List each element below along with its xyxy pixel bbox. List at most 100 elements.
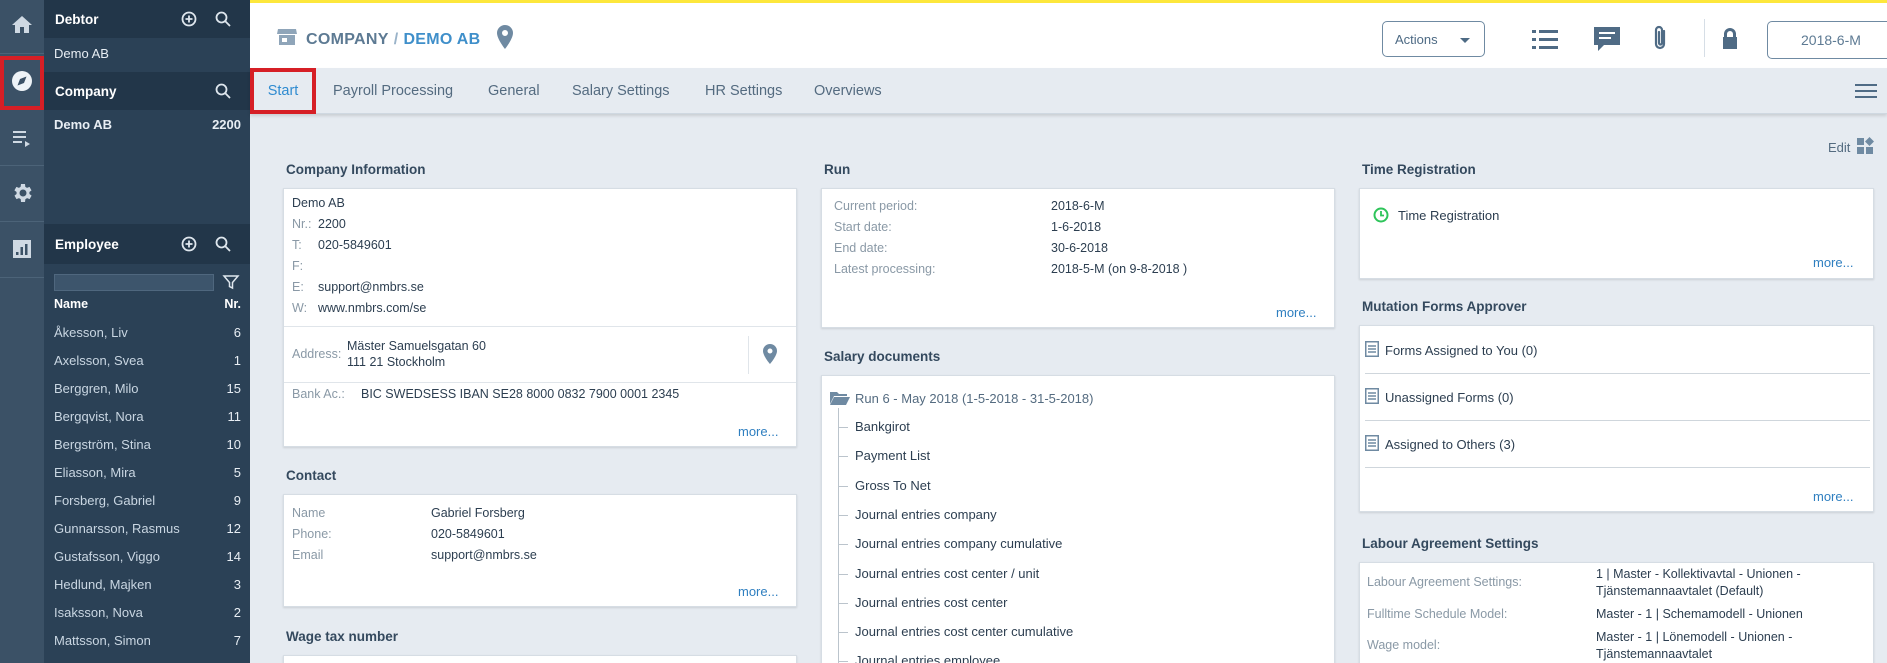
company-info-title: Company Information — [286, 162, 426, 177]
salary-document-link[interactable]: Journal entries company — [855, 507, 997, 522]
tree-branch — [838, 632, 848, 634]
employee-list-item[interactable]: Isaksson, Nova 2 — [44, 598, 250, 626]
period-selector[interactable]: 2018-6-M — [1767, 21, 1887, 59]
time-registration-link[interactable]: Time Registration — [1398, 208, 1499, 223]
location-pin-icon[interactable] — [496, 25, 513, 54]
list-nav-button[interactable] — [0, 112, 44, 166]
salary-document-link[interactable]: Journal entries cost center cumulative — [855, 624, 1073, 639]
salary-document-link[interactable]: Journal entries cost center — [855, 595, 1007, 610]
employee-list-item[interactable]: Bergqvist, Nora 11 — [44, 402, 250, 430]
employee-number: 2 — [233, 604, 241, 620]
tab-hr-settings[interactable]: HR Settings — [705, 68, 782, 114]
salary-run-folder[interactable]: Run 6 - May 2018 (1-5-2018 - 31-5-2018) — [855, 391, 1093, 406]
salary-document-link[interactable]: Journal entries employee — [855, 653, 1000, 663]
tab-payroll-processing[interactable]: Payroll Processing — [333, 68, 453, 114]
comment-icon[interactable] — [1592, 25, 1622, 53]
home-nav-button[interactable] — [0, 0, 44, 54]
widgets-icon — [1856, 137, 1875, 158]
folder-open-icon[interactable] — [830, 391, 850, 408]
debtor-item[interactable]: Demo AB — [44, 40, 250, 66]
employee-name: Eliasson, Mira — [54, 464, 136, 480]
filter-icon[interactable] — [222, 273, 240, 291]
contact-phone: 020-5849601 — [431, 527, 505, 541]
employee-name: Isaksson, Nova — [54, 604, 143, 620]
employee-list-item[interactable]: Forsberg, Gabriel 9 — [44, 486, 250, 514]
employee-list-item[interactable]: Åkesson, Liv 6 — [44, 318, 250, 346]
actions-dropdown[interactable]: Actions — [1382, 21, 1485, 57]
chevron-down-icon — [1460, 38, 1470, 43]
breadcrumb-company[interactable]: COMPANY — [306, 31, 389, 49]
tab-overviews[interactable]: Overviews — [814, 68, 882, 114]
search-employee-icon[interactable] — [215, 236, 231, 252]
time-reg-more-link[interactable]: more... — [1813, 255, 1873, 270]
employee-list-item[interactable]: Axelsson, Svea 1 — [44, 346, 250, 374]
tab-general[interactable]: General — [488, 68, 540, 114]
salary-document-link[interactable]: Bankgirot — [855, 419, 910, 434]
employee-list-item[interactable]: Mattsson, Simon 7 — [44, 626, 250, 654]
employee-list-item[interactable]: Gustafsson, Viggo 14 — [44, 542, 250, 570]
contact-name: Gabriel Forsberg — [431, 506, 525, 520]
salary-document-link[interactable]: Journal entries cost center / unit — [855, 566, 1039, 581]
tree-branch — [838, 573, 848, 575]
mutation-title: Mutation Forms Approver — [1362, 299, 1527, 314]
mutation-form-item[interactable]: Forms Assigned to You (0) — [1365, 328, 1870, 374]
mutation-form-item[interactable]: Assigned to Others (3) — [1365, 422, 1870, 468]
tree-branch — [838, 544, 848, 546]
employee-number: 1 — [233, 352, 241, 368]
company-website[interactable]: www.nmbrs.com/se — [318, 301, 426, 315]
bar-chart-icon — [10, 237, 34, 264]
employee-name: Gunnarsson, Rasmus — [54, 520, 180, 536]
contact-card — [283, 494, 797, 607]
employee-list-item[interactable]: Berggren, Milo 15 — [44, 374, 250, 402]
add-debtor-icon[interactable] — [181, 11, 197, 27]
reports-nav-button[interactable] — [0, 224, 44, 278]
company-item[interactable]: Demo AB 2200 — [44, 111, 250, 137]
run-current-period: 2018-6-M — [1051, 199, 1105, 213]
employee-name: Forsberg, Gabriel — [54, 492, 156, 508]
run-start-date: 1-6-2018 — [1051, 220, 1102, 234]
employee-filter-input[interactable] — [54, 274, 214, 291]
employee-number: 14 — [226, 548, 241, 564]
run-end-date: 30-6-2018 — [1051, 241, 1108, 255]
tree-branch — [838, 427, 848, 428]
employee-list-item[interactable]: Eliasson, Mira 5 — [44, 458, 250, 486]
list-view-icon[interactable] — [1530, 25, 1560, 53]
salary-document-link[interactable]: Journal entries company cumulative — [855, 536, 1062, 551]
hamburger-menu-icon[interactable] — [1855, 83, 1877, 99]
gear-icon — [10, 181, 34, 208]
employee-number: 3 — [233, 576, 241, 592]
tab-salary-settings[interactable]: Salary Settings — [572, 68, 670, 114]
salary-document-link[interactable]: Payment List — [855, 448, 930, 463]
paperclip-icon[interactable] — [1646, 25, 1676, 53]
lock-icon[interactable] — [1720, 25, 1740, 53]
compass-nav-button[interactable] — [0, 56, 44, 110]
time-reg-title: Time Registration — [1362, 162, 1476, 177]
employee-list: Åkesson, Liv 6 Axelsson, Svea 1 Berggren, Mi… — [44, 318, 250, 654]
address-map-pin-icon[interactable] — [763, 344, 777, 367]
search-debtor-icon[interactable] — [215, 11, 231, 27]
employee-list-item[interactable]: Bergström, Stina 10 — [44, 430, 250, 458]
search-company-icon[interactable] — [215, 83, 231, 99]
company-header: Company — [44, 72, 250, 110]
breadcrumb-demo-ab[interactable]: DEMO AB — [403, 31, 480, 49]
company-number: 2200 — [318, 217, 346, 231]
labour-agreement-line2: Tjänstemannaavtalet (Default) — [1596, 584, 1764, 598]
employee-name: Åkesson, Liv — [54, 324, 128, 340]
employee-number: 6 — [233, 324, 241, 340]
salary-document-link[interactable]: Gross To Net — [855, 478, 931, 493]
employee-list-item[interactable]: Gunnarsson, Rasmus 12 — [44, 514, 250, 542]
compass-icon — [10, 69, 34, 96]
settings-nav-button[interactable] — [0, 168, 44, 222]
employee-list-item[interactable]: Hedlund, Majken 3 — [44, 570, 250, 598]
mutation-more-link[interactable]: more... — [1813, 489, 1873, 504]
add-employee-icon[interactable] — [181, 236, 197, 252]
tab-start[interactable]: Start — [250, 68, 316, 114]
document-list-icon — [1365, 388, 1379, 407]
mutation-form-item[interactable]: Unassigned Forms (0) — [1365, 375, 1870, 421]
employee-number: 9 — [233, 492, 241, 508]
contact-email[interactable]: support@nmbrs.se — [431, 548, 537, 562]
document-list-icon — [1365, 435, 1379, 454]
company-name: Demo AB — [292, 196, 345, 210]
edit-dashboard-button[interactable]: Edit — [1828, 137, 1875, 158]
company-email[interactable]: support@nmbrs.se — [318, 280, 424, 294]
